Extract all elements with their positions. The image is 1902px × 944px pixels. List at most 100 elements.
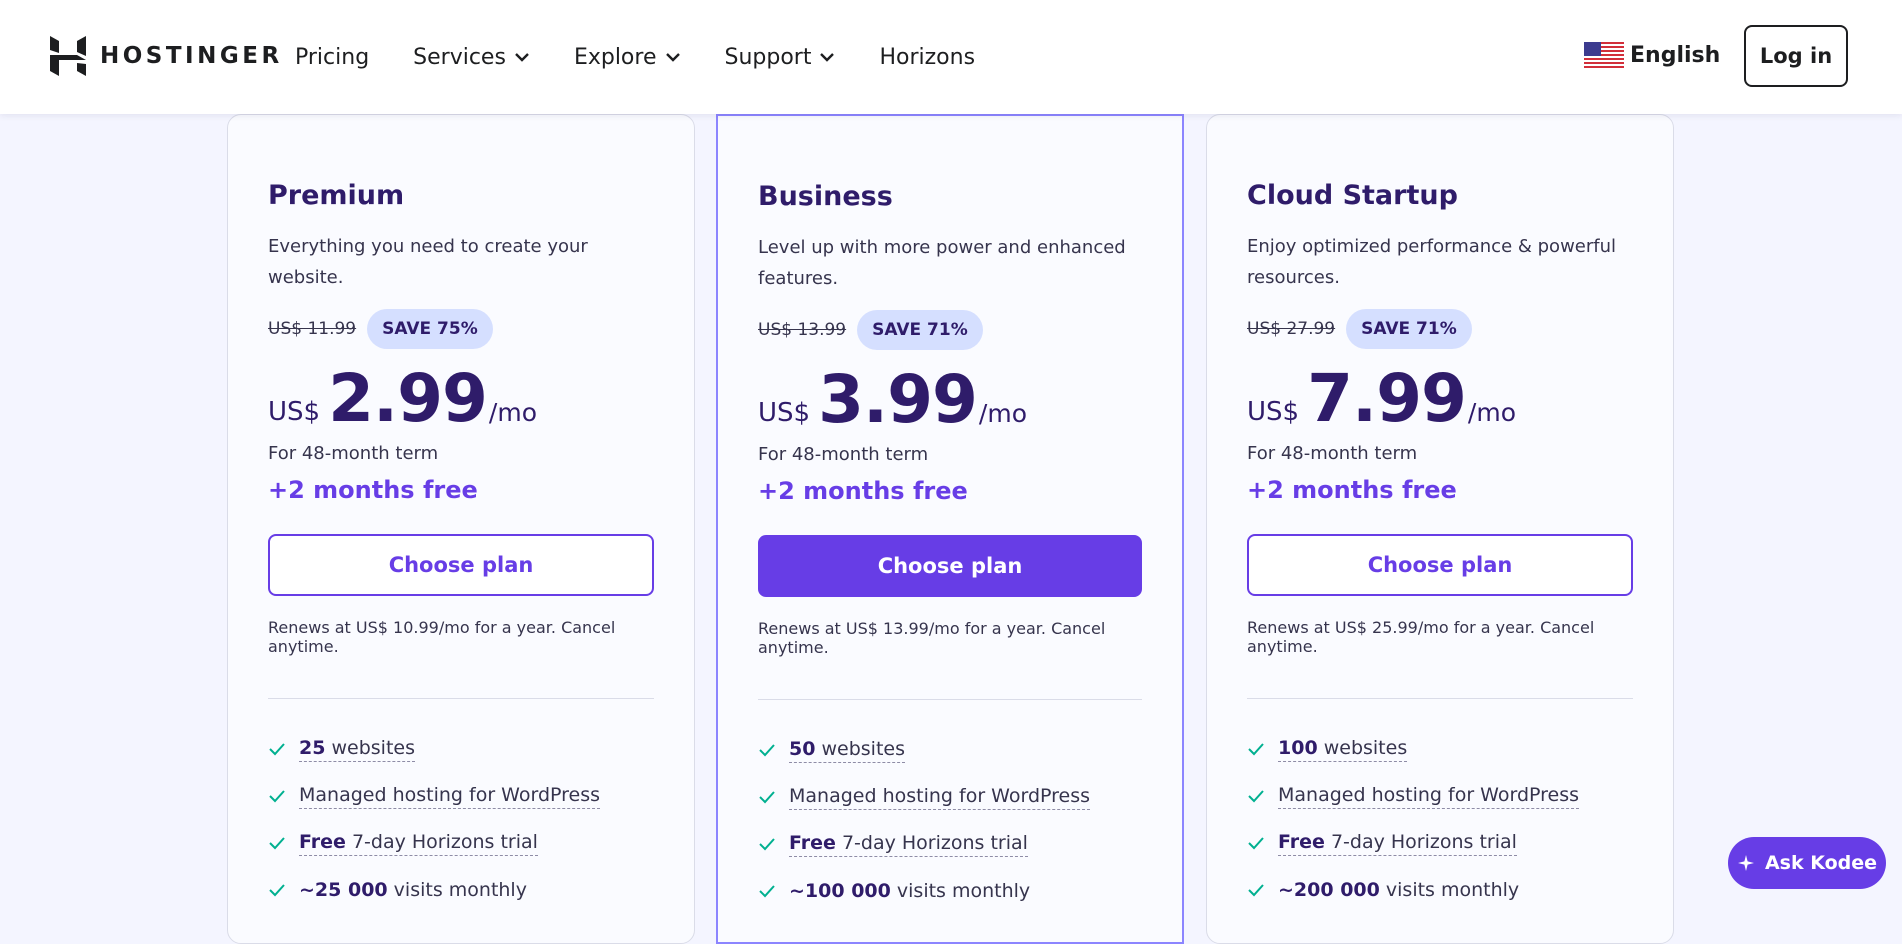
plan-price: US$ 2.99 /mo — [268, 363, 654, 435]
plan-name: Premium — [268, 180, 405, 211]
choose-plan-button[interactable]: Choose plan — [758, 535, 1142, 597]
choose-plan-button[interactable]: Choose plan — [268, 534, 654, 596]
feature-websites[interactable]: 50 websites — [789, 737, 905, 763]
feature-horizons-trial[interactable]: Free 7-day Horizons trial — [299, 830, 538, 856]
feature-visits: ~25 000 visits monthly — [299, 878, 527, 901]
plan-bonus: +2 months free — [1247, 476, 1457, 504]
check-icon — [269, 836, 285, 849]
price-period: /mo — [488, 398, 537, 427]
feature-item: ~25 000 visits monthly — [268, 866, 654, 913]
chevron-down-icon — [515, 53, 529, 62]
plan-bonus: +2 months free — [268, 476, 478, 504]
nav-support-label: Support — [724, 44, 812, 70]
feature-item: Free 7-day Horizons trial — [268, 819, 654, 866]
main-nav: Pricing Services Explore Support Horizon… — [295, 0, 1019, 114]
feature-visits: ~200 000 visits monthly — [1278, 878, 1520, 901]
feature-visits: ~100 000 visits monthly — [789, 879, 1031, 902]
price-amount: 2.99 — [328, 360, 488, 437]
feature-item: ~200 000 visits monthly — [1247, 866, 1633, 913]
nav-services-label: Services — [413, 44, 506, 70]
feature-item: 100 websites — [1247, 725, 1633, 772]
price-amount: 3.99 — [818, 361, 978, 438]
ask-kodee-label: Ask Kodee — [1764, 852, 1878, 874]
feature-item: Managed hosting for WordPress — [1247, 772, 1633, 819]
feature-item: Free 7-day Horizons trial — [1247, 819, 1633, 866]
check-icon — [1248, 836, 1264, 849]
check-icon — [759, 743, 775, 756]
nav-pricing-label: Pricing — [295, 44, 370, 70]
old-price: US$ 13.99 — [758, 320, 847, 340]
feature-horizons-trial[interactable]: Free 7-day Horizons trial — [1278, 830, 1517, 856]
plan-term: For 48-month term — [268, 443, 439, 464]
old-price: US$ 11.99 — [268, 319, 357, 339]
plan-price: US$ 3.99 /mo — [758, 364, 1142, 436]
nav-explore-label: Explore — [573, 44, 657, 70]
check-icon — [1248, 883, 1264, 896]
save-badge: SAVE 71% — [1346, 309, 1472, 349]
nav-support[interactable]: Support — [725, 45, 836, 70]
plan-description: Everything you need to create your websi… — [268, 236, 588, 288]
language-label: English — [1630, 42, 1721, 68]
price-currency: US$ — [1247, 397, 1300, 427]
nav-horizons[interactable]: Horizons — [879, 45, 975, 70]
choose-plan-button[interactable]: Choose plan — [1247, 534, 1633, 596]
price-period: /mo — [1467, 398, 1516, 427]
feature-managed-hosting[interactable]: Managed hosting for WordPress — [299, 783, 601, 809]
feature-managed-hosting[interactable]: Managed hosting for WordPress — [789, 784, 1091, 810]
plan-card-premium: Premium Everything you need to create yo… — [227, 114, 695, 944]
plan-term: For 48-month term — [1247, 443, 1418, 464]
nav-services[interactable]: Services — [413, 45, 530, 70]
plan-description: Enjoy optimized performance & powerful r… — [1247, 236, 1617, 288]
divider — [268, 698, 654, 699]
price-period: /mo — [978, 399, 1027, 428]
price-currency: US$ — [268, 397, 321, 427]
check-icon — [759, 790, 775, 803]
check-icon — [759, 884, 775, 897]
feature-item: Managed hosting for WordPress — [758, 773, 1142, 820]
feature-websites[interactable]: 100 websites — [1278, 736, 1408, 762]
feature-item: 25 websites — [268, 725, 654, 772]
chevron-down-icon — [820, 53, 835, 62]
brand-name: HOSTINGER — [100, 43, 283, 69]
price-currency: US$ — [758, 398, 811, 428]
divider — [1247, 698, 1633, 699]
feature-item: Free 7-day Horizons trial — [758, 820, 1142, 867]
price-amount: 7.99 — [1307, 360, 1467, 437]
renewal-note: Renews at US$ 25.99/mo for a year. Cance… — [1247, 618, 1595, 656]
plan-name: Business — [758, 181, 893, 212]
plan-card-cloud-startup: Cloud Startup Enjoy optimized performanc… — [1206, 114, 1674, 944]
sparkle-icon — [1737, 855, 1754, 871]
check-icon — [269, 883, 285, 896]
nav-explore[interactable]: Explore — [574, 45, 681, 70]
us-flag-icon — [1584, 42, 1624, 68]
feature-list: 50 websites Managed hosting for WordPres… — [758, 726, 1142, 914]
plan-name: Cloud Startup — [1247, 180, 1458, 211]
feature-websites[interactable]: 25 websites — [299, 736, 415, 762]
save-badge: SAVE 71% — [857, 310, 983, 350]
ask-kodee-button[interactable]: Ask Kodee — [1728, 837, 1886, 889]
hostinger-logo-icon — [50, 36, 86, 76]
renewal-note: Renews at US$ 10.99/mo for a year. Cance… — [268, 618, 616, 656]
feature-managed-hosting[interactable]: Managed hosting for WordPress — [1278, 783, 1580, 809]
feature-item: ~100 000 visits monthly — [758, 867, 1142, 914]
check-icon — [1248, 742, 1264, 755]
divider — [758, 699, 1142, 700]
feature-horizons-trial[interactable]: Free 7-day Horizons trial — [789, 831, 1028, 857]
hostinger-logo[interactable]: HOSTINGER — [50, 36, 283, 76]
plan-card-business: Business Level up with more power and en… — [716, 114, 1184, 944]
renewal-note: Renews at US$ 13.99/mo for a year. Cance… — [758, 619, 1106, 657]
feature-list: 25 websites Managed hosting for WordPres… — [268, 725, 654, 913]
nav-pricing[interactable]: Pricing — [295, 45, 369, 70]
plan-term: For 48-month term — [758, 444, 929, 465]
check-icon — [759, 837, 775, 850]
plan-price: US$ 7.99 /mo — [1247, 363, 1633, 435]
site-header: HOSTINGER Pricing Services Explore Suppo… — [0, 0, 1902, 114]
save-badge: SAVE 75% — [367, 309, 493, 349]
feature-item: Managed hosting for WordPress — [268, 772, 654, 819]
login-button[interactable]: Log in — [1744, 25, 1848, 87]
check-icon — [1248, 789, 1264, 802]
plan-description: Level up with more power and enhanced fe… — [758, 237, 1126, 289]
language-selector[interactable]: English — [1584, 42, 1720, 68]
old-price: US$ 27.99 — [1247, 319, 1336, 339]
plan-bonus: +2 months free — [758, 477, 968, 505]
